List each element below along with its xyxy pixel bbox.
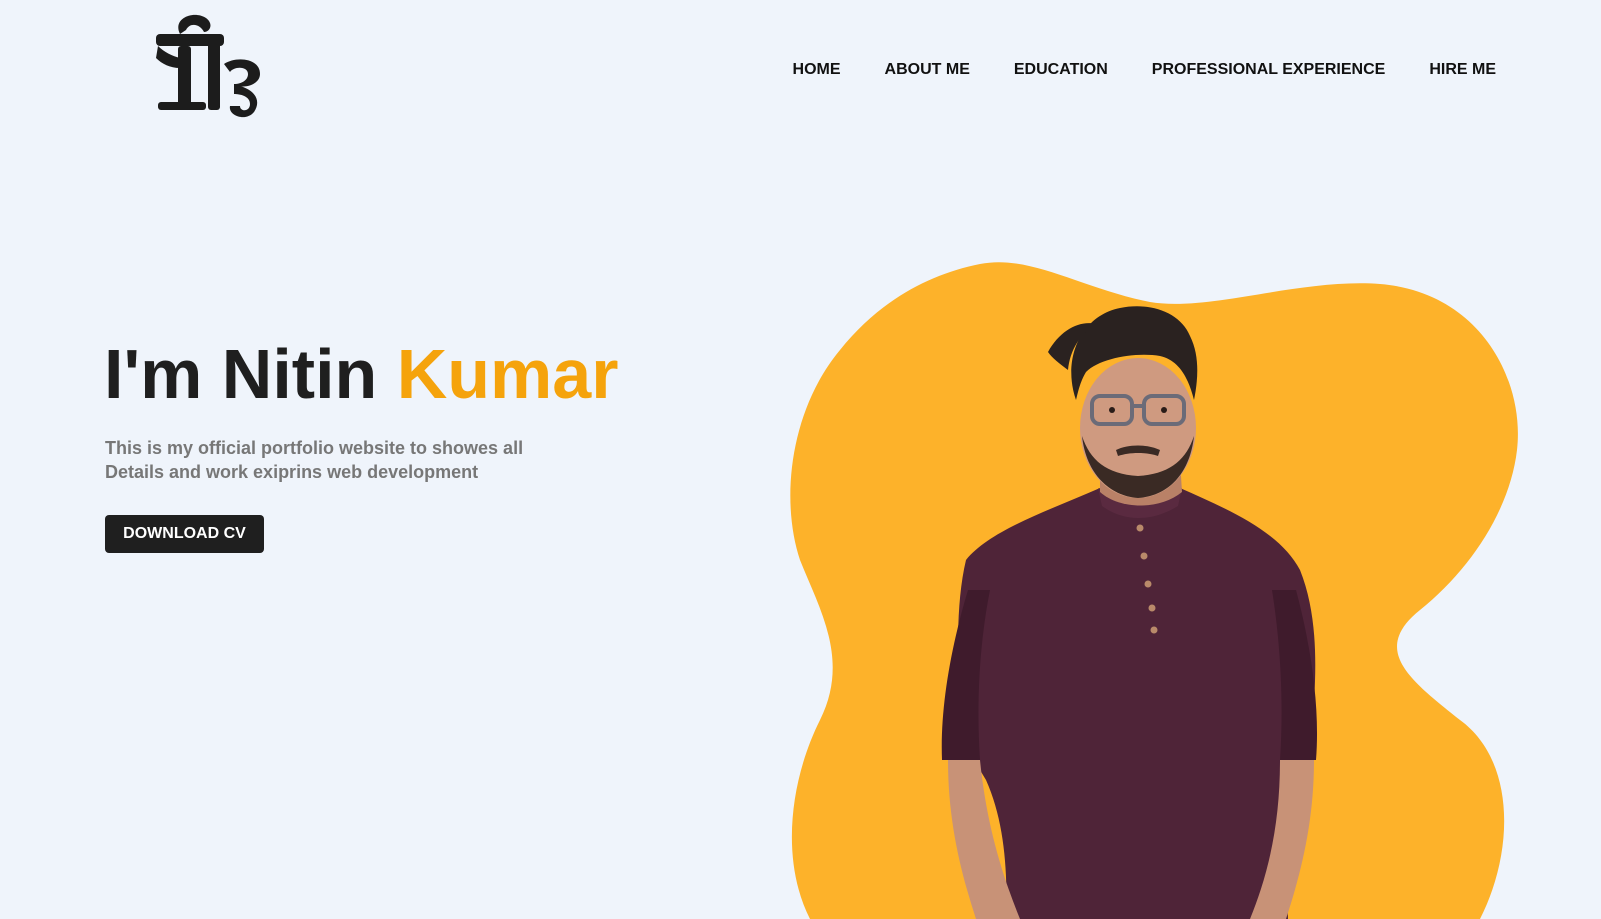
nav-item-home[interactable]: HOME <box>793 61 841 79</box>
hero-description-line-2: Details and work exiprins web developmen… <box>105 462 479 482</box>
hero-title-prefix: I'm Nitin <box>104 335 397 413</box>
nav-item-professional-experience[interactable]: PROFESSIONAL EXPERIENCE <box>1152 61 1386 79</box>
page: HOME ABOUT ME EDUCATION PROFESSIONAL EXP… <box>0 0 1601 919</box>
logo-glyph-icon <box>156 14 260 118</box>
hero-image <box>780 260 1560 919</box>
hero-description: This is my official portfolio website to… <box>105 436 575 484</box>
site-logo[interactable] <box>150 12 268 120</box>
hero-title: I'm Nitin Kumar <box>104 334 618 414</box>
nav-item-about-me[interactable]: ABOUT ME <box>885 61 970 79</box>
nav-item-education[interactable]: EDUCATION <box>1014 61 1108 79</box>
portrait-illustration-icon <box>790 262 1518 919</box>
hero-description-line-1: This is my official portfolio website to… <box>105 438 524 458</box>
main-nav: HOME ABOUT ME EDUCATION PROFESSIONAL EXP… <box>749 61 1496 79</box>
nav-item-hire-me[interactable]: HIRE ME <box>1429 61 1496 79</box>
hero-title-accent: Kumar <box>396 335 619 413</box>
download-cv-button[interactable]: DOWNLOAD CV <box>105 515 264 553</box>
